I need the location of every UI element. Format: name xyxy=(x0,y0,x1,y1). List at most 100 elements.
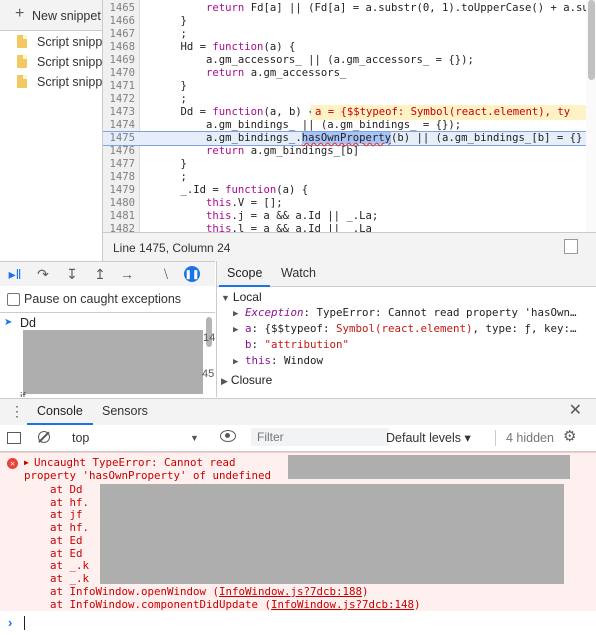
snippet-item[interactable]: Script snipp xyxy=(0,32,102,52)
source-link[interactable]: InfoWindow.js?7dcb:148 xyxy=(271,598,414,611)
scope-closure-label: Closure xyxy=(230,373,273,387)
line-number[interactable]: 1480 xyxy=(103,197,135,210)
code-line[interactable]: 1469 a.gm_accessors_ || (a.gm_accessors_… xyxy=(103,54,596,67)
scope-a[interactable]: ▶ a: {$$typeof: Symbol(react.element), t… xyxy=(233,321,596,337)
call-frame-line: 45 xyxy=(202,368,215,380)
code-line[interactable]: 1476 return a.gm_bindings_[b] xyxy=(103,145,596,158)
file-icon xyxy=(17,35,27,48)
code-line[interactable]: 1480 this.V = []; xyxy=(103,197,596,210)
code-text: } xyxy=(155,80,187,92)
scope-b[interactable]: b: "attribution" xyxy=(245,337,596,353)
code-line[interactable]: 1471 } xyxy=(103,80,596,93)
line-number[interactable]: 1473 xyxy=(103,106,135,119)
resume-icon[interactable]: ▸‖ xyxy=(6,265,24,283)
prop-value: Window xyxy=(283,354,323,367)
code-line[interactable]: 1465 return Fd[a] || (Fd[a] = a.substr(0… xyxy=(103,2,596,15)
step-over-icon[interactable]: ↷ xyxy=(34,265,52,283)
filter-input[interactable] xyxy=(251,428,389,446)
close-icon[interactable]: ✕ xyxy=(569,402,582,420)
pause-on-caught-checkbox[interactable] xyxy=(7,293,20,306)
code-line[interactable]: 1467 ; xyxy=(103,28,596,41)
code-text: } xyxy=(155,158,187,170)
step-into-icon[interactable]: ↧ xyxy=(63,265,81,283)
deactivate-breakpoints-icon[interactable]: ⧵ xyxy=(157,265,175,283)
pause-on-exceptions-icon[interactable]: ❚❚ xyxy=(184,266,200,282)
tab-sensors[interactable]: Sensors xyxy=(92,399,158,423)
current-frame-arrow-icon: ➤ xyxy=(4,317,13,328)
scope-exception[interactable]: ▶ Exception: TypeError: Cannot read prop… xyxy=(233,305,596,321)
snippet-item[interactable]: Script snipp xyxy=(0,72,102,92)
source-link[interactable]: InfoWindow.js?7dcb:188 xyxy=(219,585,362,598)
line-number[interactable]: 1470 xyxy=(103,67,135,80)
code-line[interactable]: 1477 } xyxy=(103,158,596,171)
new-snippet-button[interactable]: + New snippet xyxy=(0,0,102,31)
line-number[interactable]: 1481 xyxy=(103,210,135,223)
stack-frame: at Dd xyxy=(50,483,83,496)
scope-closure[interactable]: ▶ Closure xyxy=(221,372,596,388)
sidebar-toggle-icon[interactable] xyxy=(7,432,21,444)
tab-scope[interactable]: Scope xyxy=(219,261,271,287)
plus-icon: + xyxy=(15,5,25,22)
expanded-triangle-icon: ▼ xyxy=(221,293,230,303)
call-frame[interactable]: if xyxy=(20,391,26,397)
line-number[interactable]: 1469 xyxy=(103,54,135,67)
code-line[interactable]: 1482 this.l = a && a.Id || _.La xyxy=(103,223,596,232)
gear-icon[interactable]: ⚙ xyxy=(563,428,576,446)
stack-frame: at hf. xyxy=(50,495,90,509)
console-prompt[interactable]: › xyxy=(0,611,596,635)
call-frame[interactable]: Dd xyxy=(20,316,36,330)
scope-this[interactable]: ▶ this: Window xyxy=(233,353,596,369)
snippet-label: Script snipp xyxy=(37,35,103,49)
more-options-icon[interactable]: ⋮ xyxy=(10,403,24,419)
line-number[interactable]: 1478 xyxy=(103,171,135,184)
line-number[interactable]: 1468 xyxy=(103,41,135,54)
snippet-item[interactable]: Script snipp xyxy=(0,52,102,72)
line-number[interactable]: 1475 xyxy=(103,132,135,145)
pause-on-caught-row[interactable]: Pause on caught exceptions xyxy=(0,286,215,313)
stack-frame-open-window: at InfoWindow.openWindow (InfoWindow.js?… xyxy=(50,585,369,598)
code-text: Dd = function(a, b) { xyxy=(155,106,315,118)
line-number[interactable]: 1479 xyxy=(103,184,135,197)
stack-frame: at _.k xyxy=(50,559,90,573)
line-number[interactable]: 1476 xyxy=(103,145,135,158)
line-number[interactable]: 1465 xyxy=(103,2,135,15)
line-number[interactable]: 1472 xyxy=(103,93,135,106)
pretty-print-icon[interactable] xyxy=(564,239,578,254)
clear-console-icon[interactable] xyxy=(38,431,50,443)
tab-console[interactable]: Console xyxy=(27,399,93,425)
line-number[interactable]: 1471 xyxy=(103,80,135,93)
code-editor[interactable]: 1465 return Fd[a] || (Fd[a] = a.substr(0… xyxy=(103,0,596,232)
line-number[interactable]: 1482 xyxy=(103,223,135,232)
tab-watch[interactable]: Watch xyxy=(273,261,324,285)
line-number[interactable]: 1466 xyxy=(103,15,135,28)
step-out-icon[interactable]: ↥ xyxy=(91,265,109,283)
step-icon[interactable]: → xyxy=(118,265,136,283)
code-line[interactable]: 1466 } xyxy=(103,15,596,28)
line-number[interactable]: 1467 xyxy=(103,28,135,41)
eye-icon[interactable] xyxy=(220,430,236,442)
scroll-thumb[interactable] xyxy=(588,0,595,80)
hidden-count: 4 hidden xyxy=(506,431,554,445)
code-text: } xyxy=(155,15,187,27)
line-number[interactable]: 1477 xyxy=(103,158,135,171)
code-line[interactable]: 1470 return a.gm_accessors_ xyxy=(103,67,596,80)
redacted-area xyxy=(288,455,570,479)
code-line[interactable]: 1475 a.gm_bindings_.hasOwnProperty(b) ||… xyxy=(103,131,596,146)
line-number[interactable]: 1474 xyxy=(103,119,135,132)
code-line[interactable]: 1481 this.j = a && a.Id || _.La; xyxy=(103,210,596,223)
stack-frame: at Ed xyxy=(50,533,83,547)
editor-scrollbar[interactable] xyxy=(586,0,596,232)
prop-key: this xyxy=(244,354,271,367)
log-levels-dropdown[interactable]: Default levels ▾ xyxy=(386,429,471,447)
code-line[interactable]: 1479 _.Id = function(a) { xyxy=(103,184,596,197)
stack-frame: at hf. xyxy=(50,521,90,535)
code-text: ; xyxy=(155,93,187,105)
console-toolbar: top ▼ Default levels ▾ 4 hidden ⚙ xyxy=(0,425,596,452)
expand-triangle-icon[interactable]: ▶ xyxy=(24,458,29,467)
code-text: ; xyxy=(155,28,187,40)
code-line[interactable]: 1478 ; xyxy=(103,171,596,184)
toolbar-divider xyxy=(495,430,496,446)
scope-local[interactable]: ▼ Local xyxy=(221,289,596,305)
code-line[interactable]: 1468 Hd = function(a) { xyxy=(103,41,596,54)
code-line[interactable]: 1474 a.gm_bindings_ || (a.gm_bindings_ =… xyxy=(103,119,596,132)
